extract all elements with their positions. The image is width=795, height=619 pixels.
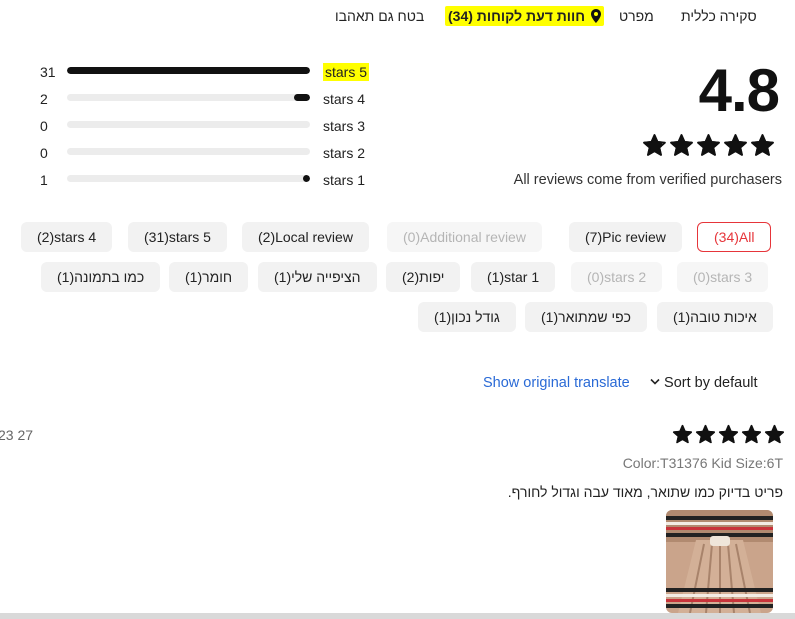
rating-row-count: 1	[40, 172, 48, 188]
filter-tag-material[interactable]: חומר(1)	[169, 262, 249, 292]
review-text: פריט בדיוק כמו שתואר, מאוד עבה וגדול לחו…	[507, 484, 783, 500]
rating-bar-fill	[303, 175, 310, 182]
rating-bar	[67, 67, 310, 74]
rating-bar-fill	[67, 67, 310, 74]
filter-1-star[interactable]: (1)star 1	[471, 262, 556, 292]
review-photo-thumbnail[interactable]	[666, 510, 773, 613]
tab-overview[interactable]: סקירה כללית	[681, 6, 757, 26]
chevron-down-icon	[650, 378, 660, 385]
star-icon	[643, 134, 666, 156]
rating-row-count: 0	[40, 145, 48, 161]
rating-bar	[67, 148, 310, 155]
tab-customer-reviews[interactable]: חוות דעת לקוחות (34)	[445, 6, 604, 26]
rating-row-label: stars 2	[323, 145, 366, 161]
star-icon	[672, 424, 693, 444]
filter-tag-beautiful[interactable]: יפות(2)	[386, 262, 461, 292]
horizontal-scrollbar[interactable]	[0, 613, 795, 619]
tab-you-may-also-like[interactable]: בטח גם תאהבו	[335, 6, 424, 26]
filter-additional-review[interactable]: (0)Additional review	[387, 222, 542, 252]
rating-bar	[67, 94, 310, 101]
star-icon	[724, 134, 747, 156]
star-icon	[670, 134, 693, 156]
star-icon	[697, 134, 720, 156]
verified-purchasers-note: All reviews come from verified purchaser…	[513, 172, 782, 188]
rating-row-label: stars 1	[323, 172, 366, 188]
filter-tag-as-described[interactable]: כפי שמתואר(1)	[525, 302, 647, 332]
rating-row-count: 0	[40, 118, 48, 134]
filter-2-stars[interactable]: (0)stars 2	[571, 262, 663, 292]
rating-row-label: stars 4	[323, 91, 366, 107]
rating-row-label: stars 3	[323, 118, 366, 134]
star-icon	[718, 424, 739, 444]
sort-dropdown-label: Sort by default	[664, 375, 758, 391]
filter-all[interactable]: (34)All	[697, 222, 772, 252]
filter-pic-review[interactable]: (7)Pic review	[569, 222, 682, 252]
tab-customer-reviews-label: חוות דעת לקוחות (34)	[448, 8, 586, 24]
review-variant: Color:T31376 Kid Size:6T	[622, 455, 783, 471]
rating-row-count: 2	[40, 91, 48, 107]
rating-bar	[67, 175, 310, 182]
tab-specifications[interactable]: מפרט	[619, 6, 654, 26]
filter-4-stars[interactable]: (2)stars 4	[21, 222, 113, 252]
dress-photo-image	[666, 510, 773, 613]
average-score: 4.8	[698, 57, 780, 124]
filter-5-stars[interactable]: (31)stars 5	[128, 222, 227, 252]
rating-row-label: stars 5	[323, 63, 370, 81]
star-icon	[695, 424, 716, 444]
filter-tag-good-quality[interactable]: איכות טובה(1)	[657, 302, 773, 332]
filter-tag-correct-size[interactable]: גודל נכון(1)	[418, 302, 516, 332]
filter-tag-expectation[interactable]: הציפייה שלי(1)	[258, 262, 377, 292]
filter-tag-as-pictured[interactable]: כמו בתמונה(1)	[41, 262, 161, 292]
rating-row-count: 31	[40, 64, 56, 80]
star-icon	[764, 424, 785, 444]
rating-bar	[67, 121, 310, 128]
rating-bar-fill	[294, 94, 310, 101]
location-pin-icon	[590, 9, 601, 23]
average-stars	[642, 133, 775, 158]
show-original-translate-link[interactable]: Show original translate	[483, 375, 630, 391]
filter-local-review[interactable]: (2)Local review	[242, 222, 369, 252]
filter-3-stars[interactable]: (0)stars 3	[677, 262, 769, 292]
review-stars	[672, 424, 785, 445]
star-icon	[751, 134, 774, 156]
star-icon	[741, 424, 762, 444]
sort-dropdown[interactable]: Sort by default	[650, 375, 758, 391]
review-date: 23 27	[0, 427, 34, 443]
